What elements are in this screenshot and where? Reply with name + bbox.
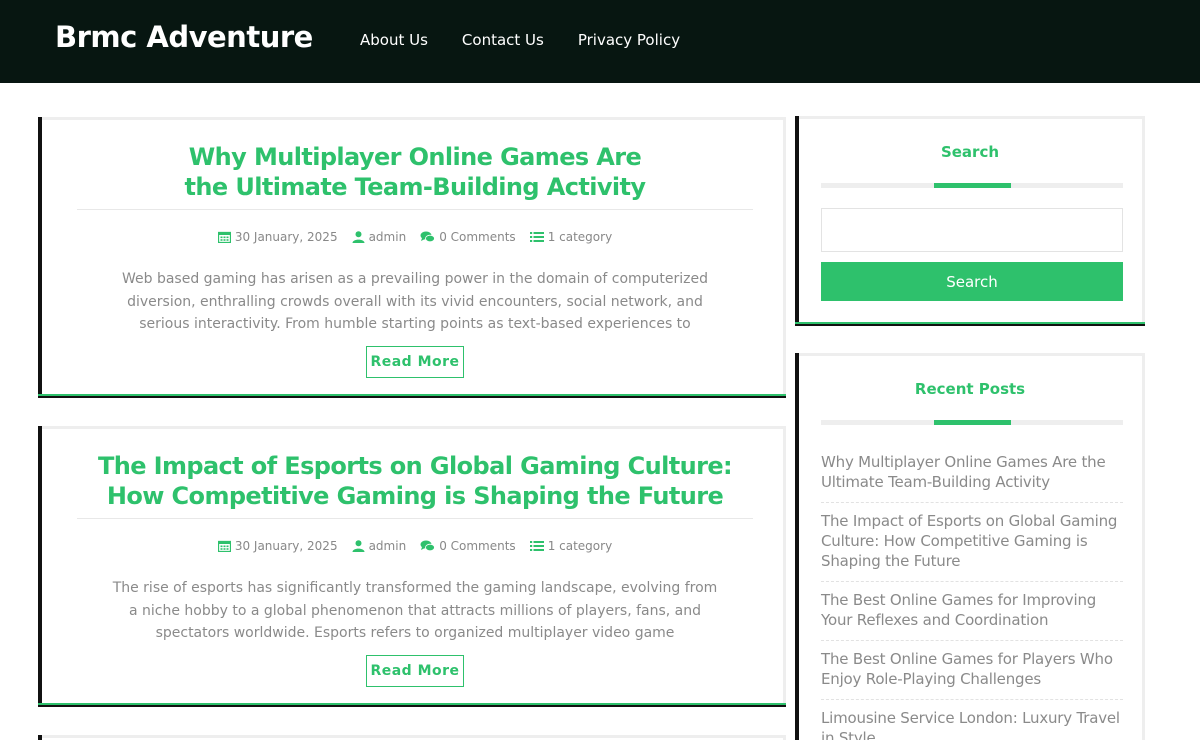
post-title[interactable]: Why Multiplayer Online Games Are the Ult… [77, 142, 753, 202]
post-title-line2[interactable]: the Ultimate Team-Building Activity [185, 173, 646, 201]
post-date[interactable]: 30 January, 2025 [217, 230, 338, 244]
post-excerpt: Web based gaming has arisen as a prevail… [121, 271, 709, 332]
post-meta: 30 January, 2025 admin 0 Comments 1 cate… [77, 539, 753, 553]
recent-post-link[interactable]: The Impact of Esports on Global Gaming C… [821, 511, 1123, 571]
list-icon [529, 232, 544, 242]
list-item: Limousine Service London: Luxury Travel … [821, 700, 1123, 740]
post-category[interactable]: 1 category [529, 230, 613, 244]
post-title-line1[interactable]: Why Multiplayer Online Games Are [189, 143, 642, 171]
post-divider [77, 518, 753, 519]
post-comments-text: 0 Comments [439, 230, 516, 244]
post-author-text: admin [368, 230, 407, 244]
user-icon [352, 540, 365, 552]
list-item: The Impact of Esports on Global Gaming C… [821, 503, 1123, 582]
recent-posts-list: Why Multiplayer Online Games Are the Ult… [821, 444, 1123, 740]
post-title[interactable]: The Impact of Esports on Global Gaming C… [77, 451, 753, 511]
nav-about-us[interactable]: About Us [360, 31, 428, 49]
comments-icon [420, 540, 436, 552]
search-input[interactable] [821, 208, 1123, 252]
list-item: The Best Online Games for Improving Your… [821, 582, 1123, 641]
recent-post-link[interactable]: Why Multiplayer Online Games Are the Ult… [821, 452, 1123, 492]
post-category[interactable]: 1 category [529, 539, 613, 553]
post-meta: 30 January, 2025 admin 0 Comments 1 cate… [77, 230, 753, 244]
post-date[interactable]: 30 January, 2025 [217, 539, 338, 553]
recent-post-link[interactable]: The Best Online Games for Improving Your… [821, 590, 1123, 630]
widget-title-underline [821, 420, 1123, 425]
site-title[interactable]: Brmc Adventure [55, 20, 313, 54]
post-title-line1[interactable]: The Impact of Esports on Global Gaming C… [98, 452, 733, 480]
post-card: The Impact of Esports on Global Gaming C… [38, 426, 786, 707]
site-header: Brmc Adventure About Us Contact Us Priva… [0, 0, 1200, 83]
recent-post-link[interactable]: The Best Online Games for Players Who En… [821, 649, 1123, 689]
post-excerpt: The rise of esports has significantly tr… [112, 580, 718, 641]
widget-title: Recent Posts [914, 380, 1026, 398]
post-date-text: 30 January, 2025 [234, 230, 338, 244]
post-author[interactable]: admin [352, 539, 407, 553]
main-nav: About Us Contact Us Privacy Policy [360, 31, 680, 49]
read-more-button[interactable]: Read More [366, 655, 464, 687]
user-icon [352, 231, 365, 243]
post-comments[interactable]: 0 Comments [420, 539, 516, 553]
calendar-icon [217, 231, 231, 243]
post-category-text: 1 category [547, 539, 613, 553]
comments-icon [420, 231, 436, 243]
list-item: The Best Online Games for Players Who En… [821, 641, 1123, 700]
recent-post-link[interactable]: Limousine Service London: Luxury Travel … [821, 708, 1123, 740]
post-category-text: 1 category [547, 230, 613, 244]
widget-title: Search [940, 143, 1000, 161]
search-widget: Search Search [795, 116, 1145, 326]
post-title-line2[interactable]: How Competitive Gaming is Shaping the Fu… [107, 482, 724, 510]
list-item: Why Multiplayer Online Games Are the Ult… [821, 444, 1123, 503]
search-button[interactable]: Search [821, 262, 1123, 301]
read-more-button[interactable]: Read More [366, 346, 464, 378]
nav-contact-us[interactable]: Contact Us [462, 31, 544, 49]
post-card [38, 735, 786, 740]
post-author[interactable]: admin [352, 230, 407, 244]
post-comments[interactable]: 0 Comments [420, 230, 516, 244]
post-comments-text: 0 Comments [439, 539, 516, 553]
post-author-text: admin [368, 539, 407, 553]
nav-privacy-policy[interactable]: Privacy Policy [578, 31, 680, 49]
post-date-text: 30 January, 2025 [234, 539, 338, 553]
calendar-icon [217, 540, 231, 552]
recent-posts-widget: Recent Posts Why Multiplayer Online Game… [795, 353, 1145, 740]
post-card: Why Multiplayer Online Games Are the Ult… [38, 117, 786, 398]
widget-title-underline [821, 183, 1123, 188]
list-icon [529, 541, 544, 551]
post-divider [77, 209, 753, 210]
